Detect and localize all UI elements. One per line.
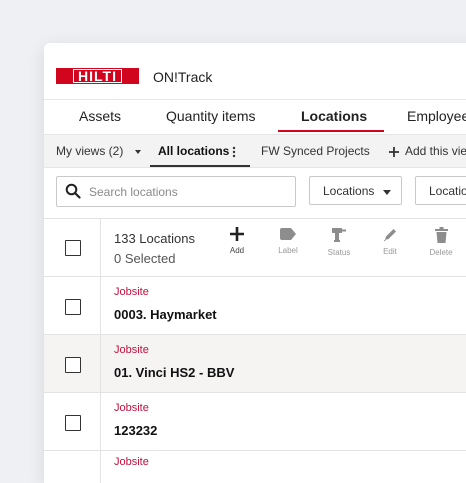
delete-button[interactable]: Delete [426, 227, 456, 257]
active-tab-indicator [278, 130, 384, 132]
search-icon [65, 183, 81, 199]
plus-icon [230, 227, 244, 241]
tab-locations[interactable]: Locations [301, 100, 367, 134]
status-button[interactable]: Status [324, 227, 354, 257]
locations-filter-select[interactable]: Locations [309, 176, 402, 205]
column-divider [100, 219, 101, 277]
tag-icon [280, 228, 296, 240]
location-type-filter-label: Location [429, 184, 466, 198]
caret-down-icon [383, 190, 391, 195]
location-type: Jobsite [114, 456, 149, 468]
select-all-checkbox[interactable] [65, 240, 81, 256]
add-button[interactable]: Add [222, 227, 252, 255]
search-box [56, 176, 296, 207]
location-type: Jobsite [114, 344, 149, 356]
add-view-button[interactable]: Add this view [389, 135, 466, 167]
my-views-label: My views (2) [56, 144, 124, 158]
add-label: Add [229, 246, 245, 255]
column-divider [100, 335, 101, 393]
row-checkbox[interactable] [65, 357, 81, 373]
active-view-indicator [150, 165, 250, 167]
label-button[interactable]: Label [273, 227, 303, 255]
selected-count: 0 Selected [114, 251, 176, 266]
locations-filter-label: Locations [323, 184, 375, 198]
column-divider [100, 451, 101, 483]
hilti-logo[interactable]: HILTI [56, 68, 139, 84]
chevron-down-icon [134, 149, 141, 154]
list-item[interactable]: Jobsite 123232 [44, 392, 466, 451]
edit-button[interactable]: Edit [375, 227, 405, 256]
column-divider [100, 277, 101, 335]
list-item[interactable]: Jobsite [44, 450, 466, 483]
location-name: 0003. Haymarket [114, 307, 217, 322]
tab-employees[interactable]: Employees [407, 100, 466, 134]
add-view-label: Add this view [405, 144, 466, 158]
list-item[interactable]: Jobsite 0003. Haymarket [44, 276, 466, 335]
app-header: HILTI ON!Track [44, 59, 466, 100]
location-type: Jobsite [114, 286, 149, 298]
trash-icon [434, 227, 448, 243]
location-type-filter-select[interactable]: Location [415, 176, 466, 205]
view-fw-synced-projects[interactable]: FW Synced Projects [261, 135, 370, 167]
location-count: 133 Locations [114, 231, 195, 246]
app-window: HILTI ON!Track Assets Quantity items Loc… [44, 43, 466, 483]
location-name: 123232 [114, 423, 158, 438]
tab-quantity-items[interactable]: Quantity items [166, 100, 255, 134]
tab-assets[interactable]: Assets [79, 100, 121, 134]
location-type: Jobsite [114, 402, 149, 414]
list-header-row: 133 Locations 0 Selected Add Label Statu… [44, 218, 466, 277]
label-label: Label [278, 246, 298, 255]
view-all-locations[interactable]: All locations [158, 135, 229, 167]
search-input[interactable] [89, 177, 285, 206]
my-views-dropdown[interactable]: My views (2) [56, 135, 141, 167]
list-item[interactable]: Jobsite 01. Vinci HS2 - BBV [44, 334, 466, 393]
row-checkbox[interactable] [65, 415, 81, 431]
status-label: Status [327, 248, 351, 257]
app-title: ON!Track [153, 69, 213, 85]
row-checkbox[interactable] [65, 299, 81, 315]
view-bar: My views (2) All locations FW Synced Pro… [44, 134, 466, 168]
edit-label: Edit [383, 247, 397, 256]
location-name: 01. Vinci HS2 - BBV [114, 365, 235, 380]
drill-icon [332, 228, 346, 242]
logo-text: HILTI [73, 69, 122, 83]
plus-icon [389, 146, 399, 157]
pencil-icon [383, 229, 396, 242]
column-divider [100, 393, 101, 451]
view-options-icon[interactable] [232, 135, 236, 167]
delete-label: Delete [429, 248, 453, 257]
main-tabs: Assets Quantity items Locations Employee… [44, 100, 466, 134]
